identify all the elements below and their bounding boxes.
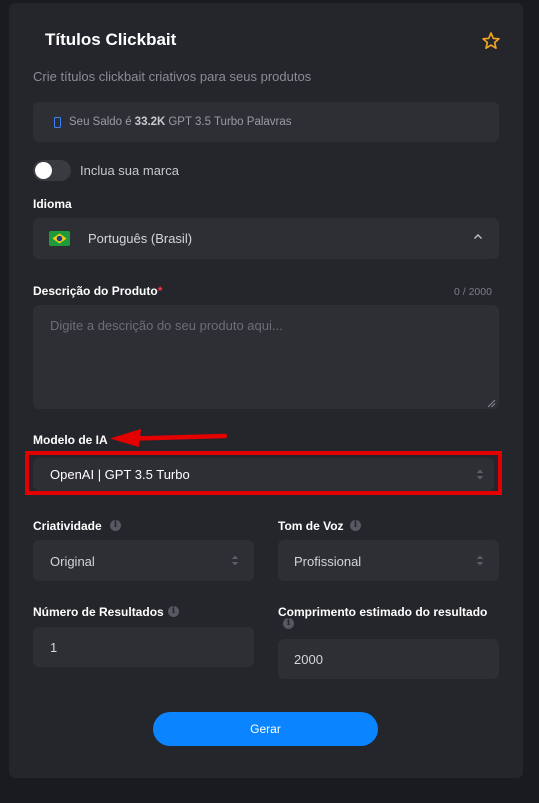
est-length-label: Comprimento estimado do resultado (278, 605, 488, 619)
description-label-text: Descrição do Produto (33, 284, 158, 298)
brand-toggle[interactable] (33, 160, 71, 181)
balance-suffix: GPT 3.5 Turbo Palavras (168, 116, 292, 128)
description-label: Descrição do Produto* (33, 284, 162, 298)
balance-prefix: Seu Saldo é (69, 116, 132, 128)
char-counter: 0 / 2000 (454, 286, 492, 298)
phone-icon (54, 116, 61, 128)
info-icon[interactable]: i (168, 606, 179, 617)
language-value: Português (Brasil) (88, 231, 193, 246)
balance-box: Seu Saldo é 33.2K GPT 3.5 Turbo Palavras (33, 102, 499, 142)
resize-handle-icon[interactable] (487, 399, 496, 408)
page-subtitle: Crie títulos clickbait criativos para se… (33, 69, 312, 84)
ai-model-value: OpenAI | GPT 3.5 Turbo (50, 467, 190, 482)
tone-value: Profissional (294, 554, 362, 569)
ai-model-label: Modelo de IA (33, 433, 108, 447)
star-icon[interactable] (481, 31, 501, 51)
generate-button[interactable]: Gerar (153, 712, 378, 746)
brazil-flag-icon (49, 231, 70, 246)
creativity-label: Criatividade (33, 519, 102, 533)
updown-chevron-icon (476, 555, 484, 566)
annotation-arrow (110, 429, 228, 447)
page-title: Títulos Clickbait (45, 30, 177, 49)
creativity-value: Original (50, 554, 95, 569)
info-icon[interactable]: i (350, 520, 361, 531)
required-mark: * (157, 284, 163, 298)
chevron-up-icon (474, 234, 482, 239)
brand-toggle-label: Inclua sua marca (80, 163, 179, 178)
est-length-value: 2000 (294, 652, 323, 667)
tone-label: Tom de Voz (278, 519, 344, 533)
toggle-knob (35, 162, 52, 179)
updown-chevron-icon (231, 555, 239, 566)
updown-chevron-icon (476, 469, 484, 480)
language-label: Idioma (33, 197, 72, 211)
num-results-input[interactable] (33, 627, 254, 667)
num-results-value: 1 (50, 640, 58, 655)
info-icon[interactable]: i (110, 520, 121, 531)
num-results-label: Número de Resultados (33, 605, 164, 619)
balance-amount: 33.2K (134, 116, 166, 128)
description-placeholder: Digite a descrição do seu produto aqui..… (50, 318, 283, 333)
info-icon[interactable]: i (283, 618, 294, 629)
